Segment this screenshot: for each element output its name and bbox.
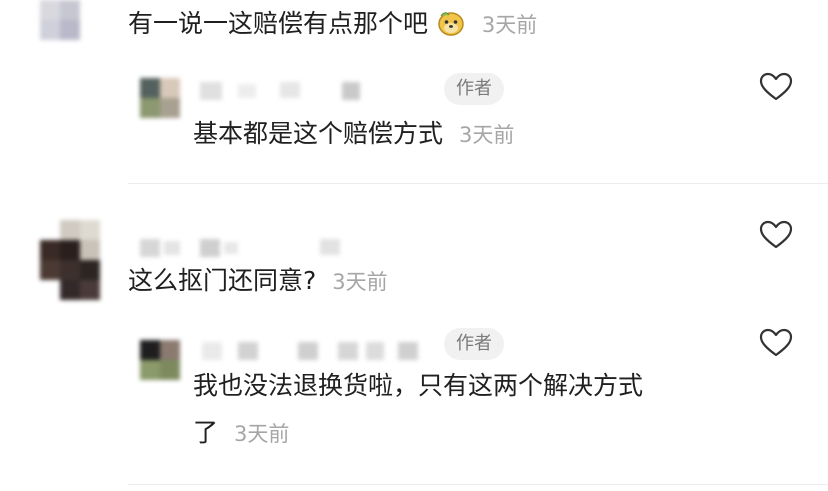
comment-time: 3天前 [481,13,538,37]
dog-face-emoji-icon [436,8,466,38]
comment-body: 这么抠门还同意? [128,266,317,295]
comment-time: 3天前 [332,270,388,294]
comment-text: 这么抠门还同意? 3天前 [128,266,388,297]
reply-time: 3天前 [233,422,290,446]
reply-username[interactable] [196,338,426,364]
reply-body-end: 了 [193,418,219,447]
reply-avatar[interactable] [140,340,180,380]
divider [128,484,828,485]
reply-text-line1: 我也没法退换货啦，只有这两个解决方式 [193,371,644,400]
reply-text: 基本都是这个赔偿方式 3天前 [193,119,514,150]
avatar[interactable] [40,220,120,300]
like-heart-icon[interactable] [759,220,793,250]
reply-avatar[interactable] [140,78,180,118]
like-heart-icon[interactable] [759,328,793,358]
author-badge: 作者 [444,73,504,105]
comment-body: 有一说一这赔偿有点那个吧 [128,9,429,38]
like-heart-icon[interactable] [759,72,793,102]
reply-username[interactable] [196,80,366,102]
avatar[interactable] [40,0,100,40]
author-badge: 作者 [444,328,504,360]
reply-text-line2: 了 3天前 [193,418,289,449]
divider [128,183,828,184]
comment-username[interactable] [140,236,350,258]
comment-text: 有一说一这赔偿有点那个吧 3天前 [128,8,537,40]
reply-body: 基本都是这个赔偿方式 [193,119,444,148]
reply-time: 3天前 [458,123,515,147]
